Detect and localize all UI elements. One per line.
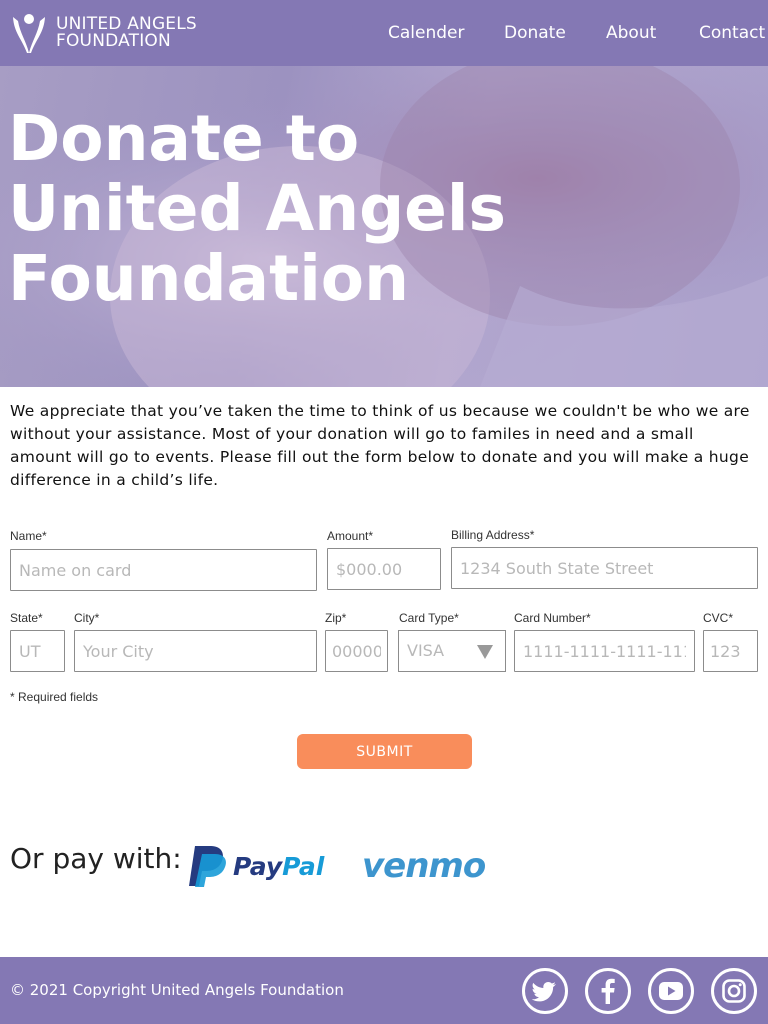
youtube-icon[interactable]: [648, 968, 694, 1014]
brand-line-2: FOUNDATION: [56, 31, 171, 51]
city-field[interactable]: [74, 630, 317, 672]
facebook-f: [601, 978, 615, 1004]
card-type-select[interactable]: VISA: [398, 630, 506, 672]
title-line-3: Foundation: [8, 242, 409, 315]
zip-field[interactable]: [325, 630, 388, 672]
nav-contact[interactable]: Contact: [699, 0, 765, 66]
nav-calender[interactable]: Calender: [388, 0, 464, 66]
copyright: © 2021 Copyright United Angels Foundatio…: [10, 981, 344, 999]
paypal-button[interactable]: PayPal: [185, 842, 324, 890]
card-type-label: Card Type*: [399, 611, 459, 625]
paypal-icon: [189, 846, 226, 887]
amount-field[interactable]: [327, 548, 441, 590]
title-line-1: Donate to: [8, 102, 360, 175]
cvc-label: CVC*: [703, 611, 734, 625]
venmo-button[interactable]: venmo: [362, 842, 486, 890]
title-line-2: United Angels: [8, 172, 507, 245]
page-title: Donate to United Angels Foundation: [8, 104, 508, 314]
submit-button[interactable]: SUBMIT: [297, 734, 472, 769]
address-field[interactable]: [451, 547, 758, 589]
paypal-wordmark: PayPal: [233, 852, 324, 881]
zip-label: Zip*: [325, 611, 347, 625]
logo[interactable]: UNITED ANGELS FOUNDATION: [10, 10, 197, 56]
card-number-field[interactable]: [514, 630, 695, 672]
nav-donate[interactable]: Donate: [504, 0, 566, 66]
state-label: State*: [10, 611, 43, 625]
cvc-field[interactable]: [703, 630, 758, 672]
site-header: UNITED ANGELS FOUNDATION Calender Donate…: [0, 0, 768, 66]
intro-paragraph: We appreciate that you’ve taken the time…: [10, 402, 750, 489]
address-label: Billing Address*: [451, 528, 535, 542]
card-type-value: VISA: [407, 641, 445, 660]
twitter-icon[interactable]: [522, 968, 568, 1014]
nav-about[interactable]: About: [606, 0, 656, 66]
state-field[interactable]: [10, 630, 65, 672]
site-footer: © 2021 Copyright United Angels Foundatio…: [0, 957, 768, 1024]
name-field[interactable]: [10, 549, 317, 591]
card-number-label: Card Number*: [514, 611, 591, 625]
angel-logo-icon: [13, 14, 45, 53]
required-note: * Required fields: [10, 690, 99, 704]
instagram-camera: [722, 979, 746, 1003]
city-label: City*: [74, 611, 100, 625]
alt-pay-label: Or pay with:: [10, 842, 182, 875]
amount-label: Amount*: [327, 529, 374, 543]
name-label: Name*: [10, 529, 47, 543]
hero-banner: Donate to United Angels Foundation: [0, 66, 768, 387]
youtube-play: [659, 982, 683, 1000]
paypal-pay: Pay: [233, 851, 283, 881]
twitter-bird: [531, 982, 556, 1002]
chevron-down-icon: [477, 645, 493, 659]
paypal-pal: Pal: [282, 851, 325, 881]
brand-name: UNITED ANGELS FOUNDATION: [56, 16, 197, 50]
facebook-icon[interactable]: [585, 968, 631, 1014]
instagram-icon[interactable]: [711, 968, 757, 1014]
